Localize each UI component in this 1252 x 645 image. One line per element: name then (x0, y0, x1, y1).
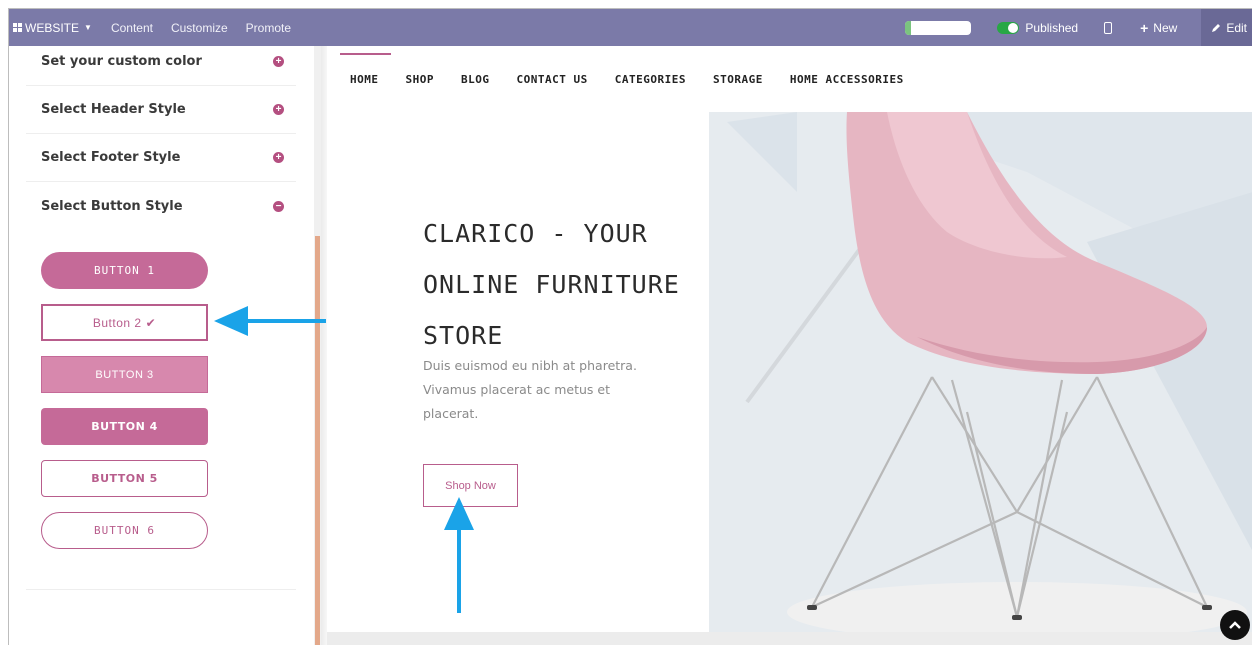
plus-circle-icon: + (273, 56, 284, 67)
nav-home[interactable]: HOME (340, 52, 390, 86)
hero-title-line: CLARICO - YOUR (423, 219, 648, 248)
button-style-1[interactable]: BUTTON 1 (41, 252, 208, 289)
toggle-switch-icon (997, 21, 1020, 34)
app-frame: WEBSITE ▼ Content Customize Promote Publ… (8, 8, 1252, 645)
row-header-style[interactable]: Select Header Style + (26, 86, 296, 134)
row-label: Set your custom color (41, 54, 202, 69)
button-style-6[interactable]: BUTTON 6 (41, 512, 208, 549)
customize-sidebar: Set your custom color + Select Header St… (9, 46, 314, 645)
plus-circle-icon: + (273, 152, 284, 163)
button-style-4[interactable]: BUTTON 4 (41, 408, 208, 445)
hero-title: CLARICO - YOUR ONLINE FURNITURE STORE (423, 208, 703, 361)
nav-blog[interactable]: BLOG (461, 73, 490, 86)
topbar-right: Published + New Edit (905, 9, 1252, 46)
hero-subtitle-line: Vivamus placerat ac metus et (423, 382, 610, 397)
button-style-3[interactable]: BUTTON 3 (41, 356, 208, 393)
chevron-up-icon (1229, 621, 1241, 629)
sidebar-scrollbar[interactable] (314, 46, 321, 645)
pencil-icon (1212, 23, 1221, 32)
row-label: Select Button Style (41, 198, 183, 214)
website-preview: HOME SHOP BLOG CONTACT US CATEGORIES STO… (327, 46, 1252, 645)
edit-label: Edit (1226, 20, 1247, 35)
nav-contact-us[interactable]: CONTACT US (517, 73, 588, 86)
published-toggle[interactable]: Published (997, 21, 1078, 35)
hero-subtitle-line: placerat. (423, 406, 479, 421)
minus-circle-icon: − (273, 200, 284, 212)
edit-button[interactable]: Edit (1201, 9, 1252, 46)
plus-circle-icon: + (273, 104, 284, 115)
row-label: Select Header Style (41, 102, 186, 117)
scroll-to-top-button[interactable] (1220, 610, 1250, 640)
nav-home-accessories[interactable]: HOME ACCESSORIES (790, 73, 904, 86)
hero-title-line: ONLINE FURNITURE (423, 270, 680, 299)
hero-bottom-strip (327, 632, 1252, 645)
site-navbar: HOME SHOP BLOG CONTACT US CATEGORIES STO… (327, 46, 1252, 112)
mobile-preview-icon[interactable] (1104, 21, 1113, 34)
scrollbar-thumb[interactable] (315, 236, 320, 645)
caret-down-icon: ▼ (84, 23, 92, 32)
hero-subtitle: Duis euismod eu nibh at pharetra. Vivamu… (423, 354, 693, 426)
row-footer-style[interactable]: Select Footer Style + (26, 134, 296, 182)
button-style-5[interactable]: BUTTON 5 (41, 460, 208, 497)
nav-shop[interactable]: SHOP (406, 73, 435, 86)
shop-now-button[interactable]: Shop Now (423, 464, 518, 507)
hero-banner: CLARICO - YOUR ONLINE FURNITURE STORE Du… (327, 112, 1252, 645)
new-label: New (1153, 20, 1178, 35)
row-button-style[interactable]: Select Button Style − (26, 182, 296, 230)
nav-categories[interactable]: CATEGORIES (615, 73, 686, 86)
apps-grid-icon (13, 23, 22, 32)
plus-icon: + (1140, 19, 1149, 36)
progress-fill (905, 20, 911, 35)
row-custom-color[interactable]: Set your custom color + (26, 38, 296, 86)
new-button[interactable]: + New (1140, 20, 1177, 36)
divider (26, 589, 296, 590)
nav-storage[interactable]: STORAGE (713, 73, 763, 86)
checkmark-icon: ✔ (145, 315, 157, 330)
website-menu-label: WEBSITE (25, 20, 80, 35)
button-style-2[interactable]: Button 2 ✔ (41, 304, 208, 341)
hero-subtitle-line: Duis euismod eu nibh at pharetra. (423, 358, 637, 373)
seo-progress-bar[interactable] (905, 20, 972, 35)
published-label: Published (1025, 20, 1079, 35)
row-label: Select Footer Style (41, 150, 181, 165)
button-style-2-label: Button 2 (92, 315, 142, 330)
